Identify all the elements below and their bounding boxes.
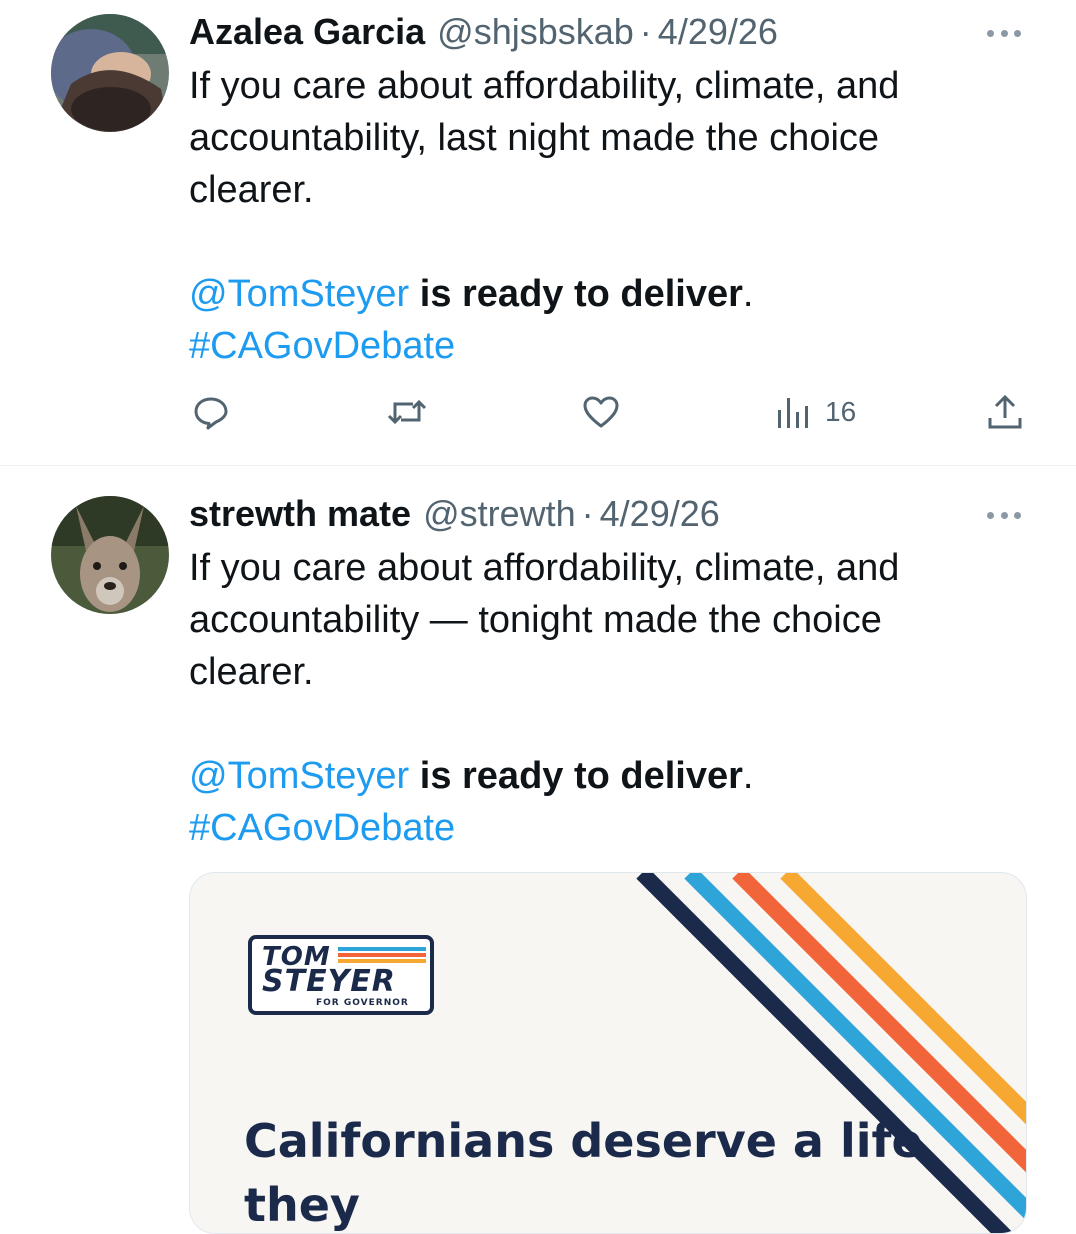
avatar[interactable] [51, 496, 169, 614]
views-count: 16 [825, 396, 857, 427]
logo-text: STEYER [262, 964, 396, 999]
tweet-text-line: clearer. [189, 651, 314, 693]
views-button[interactable]: 16 [775, 392, 856, 432]
logo-subtext: FOR GOVERNOR [316, 998, 409, 1008]
tweet-header: strewth mate @strewth · 4/29/26 [189, 492, 1036, 536]
avatar-image [51, 14, 169, 132]
display-name[interactable]: strewth mate [189, 492, 411, 536]
retweet-button[interactable] [385, 392, 429, 432]
share-icon [988, 394, 1022, 429]
tweet-text: If you care about affordability, climate… [189, 60, 989, 372]
bold-text: is ready to deliver [409, 755, 743, 797]
reply-icon [194, 397, 228, 430]
more-options-icon[interactable] [987, 510, 1021, 520]
user-handle[interactable]: @shjsbskab [437, 10, 634, 54]
avatar[interactable] [51, 14, 169, 132]
more-options-icon[interactable] [987, 28, 1021, 38]
share-button[interactable] [985, 392, 1025, 432]
campaign-logo: TOM STEYER FOR GOVERNOR [248, 935, 434, 1015]
heart-icon [583, 396, 619, 428]
separator-dot: · [639, 11, 652, 52]
tweet-date[interactable]: 4/29/26 [658, 10, 778, 54]
tweet-text-line: clearer. [189, 169, 314, 211]
tweet-text-line: If you care about affordability, climate… [189, 65, 900, 107]
period: . [742, 273, 754, 315]
hashtag-link[interactable]: #CAGovDebate [189, 320, 989, 372]
tweet-text-line: accountability — tonight made the choice [189, 599, 882, 641]
views-chart-icon [778, 398, 808, 428]
tweet-text-line: accountability, last night made the choi… [189, 117, 880, 159]
tweet-text: If you care about affordability, climate… [189, 542, 989, 854]
bold-text: is ready to deliver [409, 273, 743, 315]
action-bar: 16 [189, 392, 1029, 432]
like-button[interactable] [581, 392, 621, 432]
mention-link[interactable]: @TomSteyer [189, 755, 409, 797]
tweet-text-line: @TomSteyer is ready to deliver. [189, 750, 989, 802]
user-handle[interactable]: @strewth [423, 492, 576, 536]
period: . [742, 755, 754, 797]
tweet-text-line: If you care about affordability, climate… [189, 547, 900, 589]
tweet[interactable]: strewth mate @strewth · 4/29/26 If you c… [0, 466, 1076, 1234]
separator-dot: · [581, 493, 594, 534]
card-headline: Californians deserve a life they [244, 1114, 923, 1232]
mention-link[interactable]: @TomSteyer [189, 273, 409, 315]
retweet-icon [387, 399, 427, 425]
tweet-header: Azalea Garcia @shjsbskab · 4/29/26 [189, 10, 1036, 54]
avatar-image [51, 496, 169, 614]
display-name[interactable]: Azalea Garcia [189, 10, 425, 54]
tweet-date[interactable]: 4/29/26 [600, 492, 720, 536]
tweet-text-line: @TomSteyer is ready to deliver. [189, 268, 989, 320]
media-card[interactable]: TOM STEYER FOR GOVERNOR Californians des… [189, 872, 1027, 1234]
reply-button[interactable] [191, 392, 231, 432]
hashtag-link[interactable]: #CAGovDebate [189, 802, 989, 854]
tweet[interactable]: Azalea Garcia @shjsbskab · 4/29/26 If yo… [0, 0, 1076, 465]
